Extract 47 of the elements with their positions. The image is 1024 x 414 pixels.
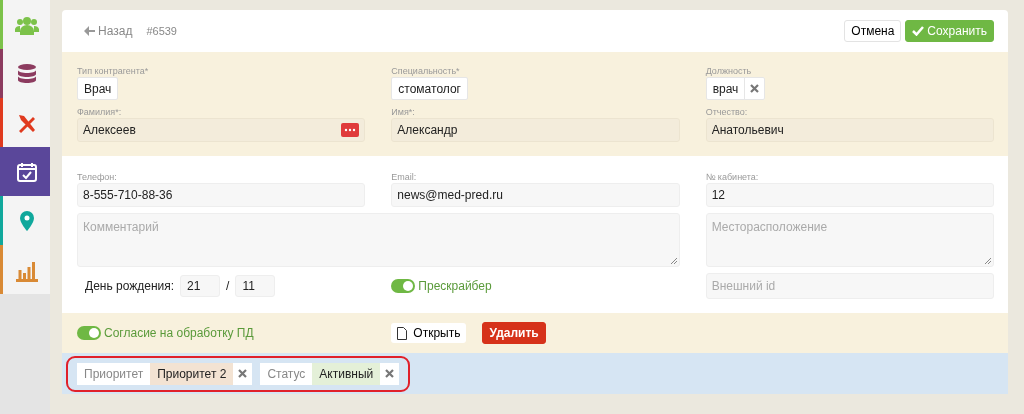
tag-value: Активный xyxy=(312,362,381,385)
toggle-label: Прескрайбер xyxy=(418,279,492,293)
input-field[interactable]: Александр xyxy=(391,118,680,142)
input-field[interactable]: Анатольевич xyxy=(705,118,994,142)
sidebar-item[interactable] xyxy=(0,98,50,147)
input-field[interactable]: Алексеев xyxy=(77,118,366,142)
tag-value: Приоритет 2 xyxy=(150,362,234,385)
toggle-switch[interactable] xyxy=(77,326,101,340)
filter-tag[interactable]: Приоритет Приоритет 2 xyxy=(77,362,253,385)
birthday-label: День рождения: xyxy=(85,279,175,293)
field-label: Email: xyxy=(391,172,418,182)
toggle-switch[interactable] xyxy=(391,279,416,293)
input-field[interactable]: 8-555-710-88-36 xyxy=(77,183,366,207)
record-id: #6539 xyxy=(146,25,177,37)
select-chip[interactable]: врач xyxy=(705,77,766,100)
back-link[interactable]: Назад xyxy=(84,24,133,38)
field-label: Имя*: xyxy=(391,107,416,117)
resize-handle-icon[interactable] xyxy=(984,257,991,264)
field-label: Отчество: xyxy=(705,107,749,117)
dots-button[interactable] xyxy=(341,123,360,137)
document-icon xyxy=(397,326,408,340)
check-icon xyxy=(912,26,925,36)
sidebar-item[interactable] xyxy=(0,147,50,196)
delete-button[interactable]: Удалить xyxy=(482,322,546,344)
date-separator: / xyxy=(226,279,230,293)
field-label: Телефон: xyxy=(77,172,118,182)
field-label: Тип контрагента* xyxy=(77,66,150,76)
resize-handle-icon[interactable] xyxy=(669,257,677,264)
select-chip[interactable]: стоматолог xyxy=(391,77,468,100)
select-chip[interactable]: Врач xyxy=(77,77,119,100)
field-label: № кабинета: xyxy=(705,172,760,182)
more-icon xyxy=(344,128,357,132)
open-button[interactable]: Открыть xyxy=(391,323,467,343)
close-icon[interactable] xyxy=(238,369,248,378)
filter-tag[interactable]: Статус Активный xyxy=(260,362,400,385)
close-icon[interactable] xyxy=(385,369,395,378)
arrow-left-icon xyxy=(84,26,95,36)
month-field[interactable]: 11 xyxy=(235,275,276,297)
field-label: Фамилия*: xyxy=(77,107,123,117)
field-label: Специальность* xyxy=(391,66,461,76)
input-field[interactable]: news@med-pred.ru xyxy=(391,183,680,207)
close-icon[interactable] xyxy=(750,84,760,93)
input-field[interactable]: 12 xyxy=(705,183,994,207)
cancel-button[interactable]: Отмена xyxy=(844,20,902,42)
day-field[interactable]: 21 xyxy=(180,275,221,297)
toggle-label: Согласие на обработку ПД xyxy=(104,326,254,340)
field-label: Должность xyxy=(705,66,753,76)
